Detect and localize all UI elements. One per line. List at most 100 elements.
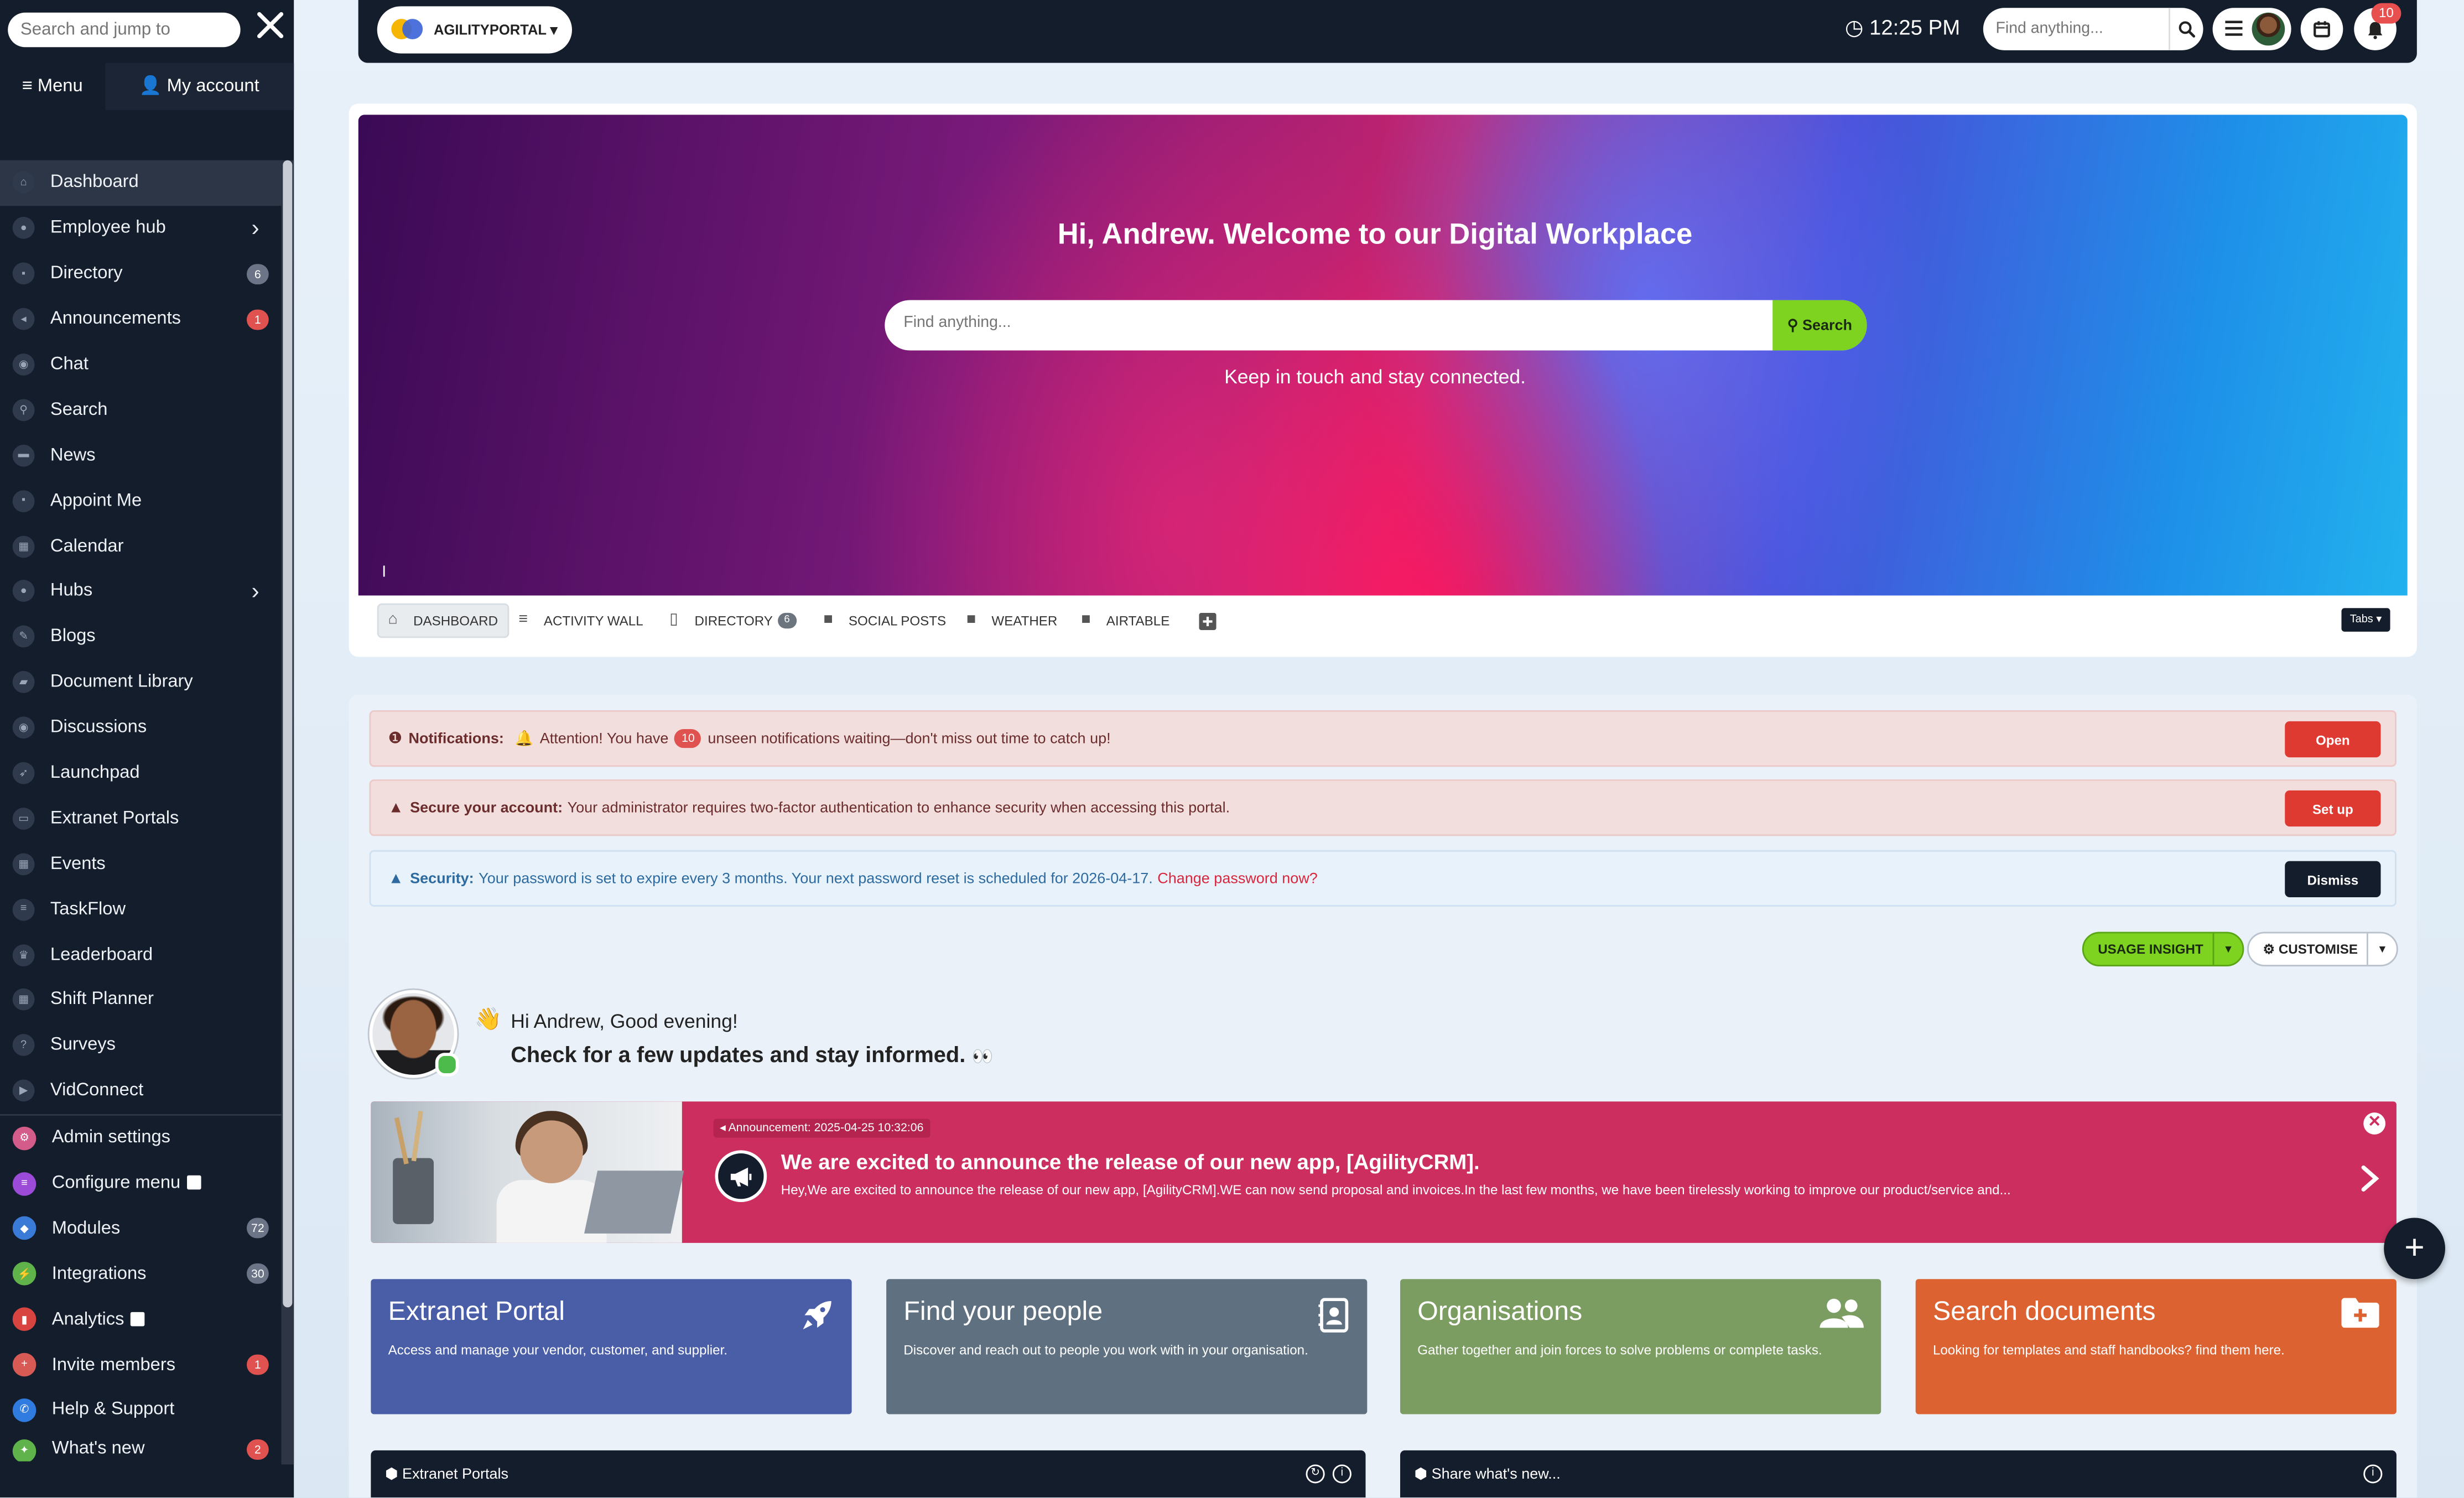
sidebar-item-vidconnect[interactable]: ▶ VidConnect bbox=[0, 1068, 281, 1114]
tab-label: DASHBOARD bbox=[413, 612, 498, 629]
user-plus-icon: + bbox=[12, 1353, 37, 1377]
chevron-right-icon[interactable] bbox=[2361, 1164, 2379, 1200]
count-badge: 1 bbox=[246, 1355, 269, 1375]
hero-search-button-label: Search bbox=[1802, 316, 1853, 334]
tabs-dropdown[interactable]: Tabs ▾ bbox=[2341, 608, 2390, 632]
chevron-down-icon[interactable]: ▾ bbox=[2212, 933, 2243, 965]
panel-title: Extranet Portals bbox=[402, 1465, 509, 1483]
sidebar-item-discussions[interactable]: ◉ Discussions bbox=[0, 705, 281, 751]
sidebar-item-label: Analytics bbox=[52, 1310, 282, 1329]
newspaper-icon: ▬ bbox=[12, 444, 35, 467]
sidebar-item-surveys[interactable]: ? Surveys bbox=[0, 1023, 281, 1068]
sidebar-item-admin-settings[interactable]: ⚙ Admin settings bbox=[0, 1115, 281, 1161]
tab-my-account[interactable]: 👤 My account bbox=[105, 63, 294, 110]
scrollbar-thumb[interactable] bbox=[283, 160, 293, 1308]
sidebar-item-taskflow[interactable]: ≡ TaskFlow bbox=[0, 887, 281, 932]
folder-plus-icon bbox=[2341, 1298, 2379, 1335]
sidebar-item-launchpad[interactable]: ➶ Launchpad bbox=[0, 751, 281, 796]
sidebar-item-label: Surveys bbox=[50, 1036, 116, 1055]
sidebar-item-document-library[interactable]: ▰ Document Library bbox=[0, 659, 281, 705]
sidebar-item-blogs[interactable]: ✎ Blogs bbox=[0, 614, 281, 659]
add-tab-button[interactable] bbox=[1199, 604, 1217, 638]
external-link-icon bbox=[130, 1312, 145, 1326]
user-menu-button[interactable] bbox=[2212, 8, 2291, 50]
tab-airtable[interactable]: ■ AIRTABLE bbox=[1081, 604, 1169, 638]
tab-directory[interactable]: ▯ DIRECTORY 6 bbox=[669, 604, 797, 638]
calendar-button[interactable] bbox=[2300, 8, 2343, 50]
sidebar-item-news[interactable]: ▬ News bbox=[0, 433, 281, 478]
sidebar-item-help-support[interactable]: ✆ Help & Support bbox=[0, 1387, 281, 1433]
tab-social-posts[interactable]: ■ SOCIAL POSTS bbox=[823, 604, 946, 638]
sidebar-search-input[interactable] bbox=[8, 12, 241, 48]
sidebar-item-label: Chat bbox=[50, 355, 89, 374]
tile-organisations[interactable]: Organisations Gather together and join f… bbox=[1400, 1279, 1881, 1414]
chart-icon: ▮ bbox=[12, 1307, 37, 1331]
sidebar-scrollbar[interactable] bbox=[281, 160, 294, 1465]
sidebar-item-extranet-portals[interactable]: ▭ Extranet Portals bbox=[0, 796, 281, 841]
sidebar-item-chat[interactable]: ◉ Chat bbox=[0, 342, 281, 387]
sidebar-item-label: TaskFlow bbox=[50, 899, 126, 919]
change-password-link[interactable]: Change password now? bbox=[1157, 870, 1318, 887]
hero-search-button[interactable]: ⚲ Search bbox=[1772, 300, 1867, 351]
open-button[interactable]: Open bbox=[2285, 721, 2381, 758]
sidebar-item-label: Events bbox=[50, 854, 106, 873]
planner-icon: ▦ bbox=[12, 989, 35, 1011]
video-icon: ▶ bbox=[12, 1080, 35, 1102]
add-button[interactable]: + bbox=[2384, 1218, 2445, 1279]
dismiss-button[interactable]: Dismiss bbox=[2285, 861, 2381, 897]
sidebar-item-invite-members[interactable]: + Invite members 1 bbox=[0, 1342, 281, 1387]
square-icon: ■ bbox=[823, 611, 833, 629]
usage-insight-button[interactable]: USAGE INSIGHT ▾ bbox=[2082, 932, 2244, 966]
alert-title: Security: bbox=[410, 870, 474, 887]
sidebar-item-calendar[interactable]: ▦ Calendar bbox=[0, 523, 281, 569]
sidebar-item-hubs[interactable]: ● Hubs › bbox=[0, 569, 281, 614]
close-icon[interactable]: ✕ bbox=[2363, 1112, 2386, 1135]
rocket-icon bbox=[800, 1298, 834, 1340]
tab-activity-wall[interactable]: ≡ ACTIVITY WALL bbox=[518, 604, 643, 638]
sidebar-item-modules[interactable]: ◆ Modules 72 bbox=[0, 1206, 281, 1251]
tab-weather[interactable]: ■ WEATHER bbox=[966, 604, 1057, 638]
eyes-icon: 👀 bbox=[971, 1048, 994, 1067]
sidebar-item-employee-hub[interactable]: ● Employee hub › bbox=[0, 206, 281, 251]
hero-title: Hi, Andrew. Welcome to our Digital Workp… bbox=[1057, 217, 1693, 250]
sidebar-item-integrations[interactable]: ⚡ Integrations 30 bbox=[0, 1251, 281, 1297]
announcement-title[interactable]: We are excited to announce the release o… bbox=[781, 1150, 1480, 1174]
sidebar-item-events[interactable]: ▦ Events bbox=[0, 841, 281, 887]
sidebar-item-configure-menu[interactable]: ≡ Configure menu bbox=[0, 1161, 281, 1206]
sidebar-item-shift-planner[interactable]: ▦ Shift Planner bbox=[0, 977, 281, 1023]
portal-switcher-button[interactable]: AGILITYPORTAL ▾ bbox=[377, 6, 572, 54]
sidebar-item-announcements[interactable]: ◂ Announcements 1 bbox=[0, 297, 281, 342]
hamburger-icon bbox=[2225, 20, 2243, 36]
tab-label: DIRECTORY bbox=[694, 612, 773, 629]
sidebar-item-leaderboard[interactable]: ♛ Leaderboard bbox=[0, 932, 281, 977]
sidebar-item-directory[interactable]: ▪ Directory 6 bbox=[0, 251, 281, 297]
sidebar-item-label: Document Library bbox=[50, 673, 193, 692]
sidebar-item-search[interactable]: ⚲ Search bbox=[0, 387, 281, 433]
sidebar-item-analytics[interactable]: ▮ Analytics bbox=[0, 1297, 281, 1342]
search-icon[interactable] bbox=[2169, 8, 2203, 50]
setup-button[interactable]: Set up bbox=[2285, 790, 2381, 827]
tile-search-documents[interactable]: Search documents Looking for templates a… bbox=[1915, 1279, 2397, 1414]
top-search-input[interactable] bbox=[1983, 8, 2169, 50]
customise-button[interactable]: ⚙ CUSTOMISE ▾ bbox=[2247, 932, 2398, 966]
bell-emoji-icon: 🔔 bbox=[514, 730, 534, 747]
info-icon[interactable]: i bbox=[1332, 1464, 1351, 1484]
tile-find-your-people[interactable]: Find your people Discover and reach out … bbox=[886, 1279, 1368, 1414]
clock-time: 12:25 PM bbox=[1869, 15, 1961, 40]
clock-icon: ◷ bbox=[1844, 15, 1864, 40]
sidebar-item-dashboard[interactable]: ⌂ Dashboard bbox=[0, 160, 282, 206]
announcement-banner[interactable]: ◂ Announcement: 2025-04-25 10:32:06 We a… bbox=[371, 1101, 2397, 1243]
tile-extranet-portal[interactable]: Extranet Portal Access and manage your v… bbox=[371, 1279, 852, 1414]
hero-subtitle: Keep in touch and stay connected. bbox=[1224, 366, 1526, 388]
tab-menu[interactable]: ≡ Menu bbox=[0, 63, 105, 110]
sidebar-item-label: Configure menu bbox=[52, 1174, 282, 1193]
info-icon[interactable]: i bbox=[2363, 1464, 2383, 1484]
sidebar-item-appoint-me[interactable]: ▪ Appoint Me bbox=[0, 478, 281, 523]
tab-dashboard[interactable]: ⌂ DASHBOARD bbox=[377, 603, 509, 638]
megaphone-icon: ◂ bbox=[719, 1120, 729, 1135]
close-icon[interactable] bbox=[251, 9, 289, 47]
chevron-down-icon[interactable]: ▾ bbox=[2366, 933, 2397, 965]
sidebar-item-whats-new[interactable]: ✦ What's new 2 bbox=[0, 1433, 281, 1461]
refresh-icon[interactable]: ↻ bbox=[1306, 1464, 1325, 1484]
hero-search-input[interactable] bbox=[900, 313, 1755, 334]
